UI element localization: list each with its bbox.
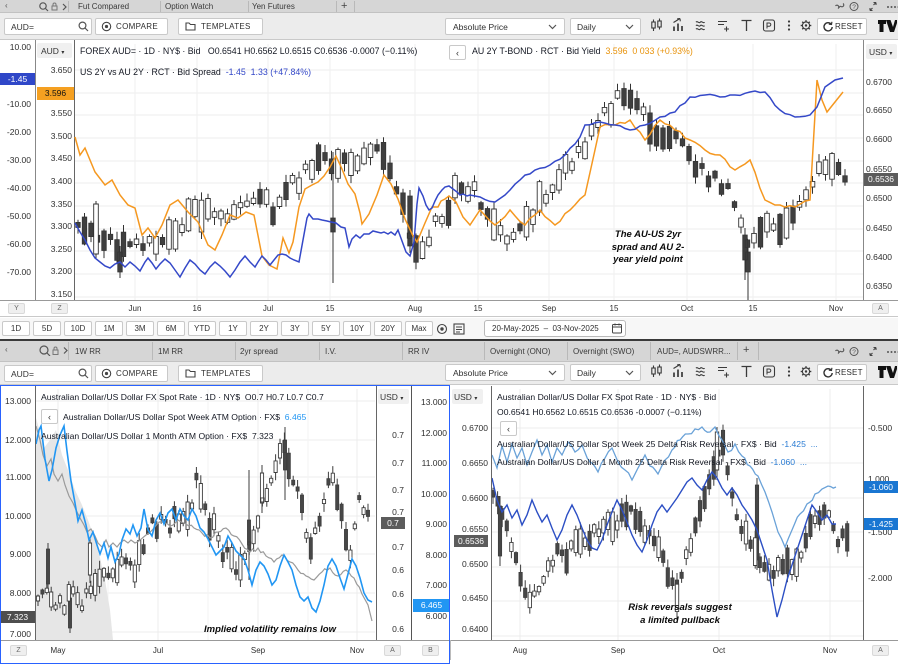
svg-text:?: ? (852, 4, 856, 11)
svg-text:?: ? (852, 349, 856, 356)
